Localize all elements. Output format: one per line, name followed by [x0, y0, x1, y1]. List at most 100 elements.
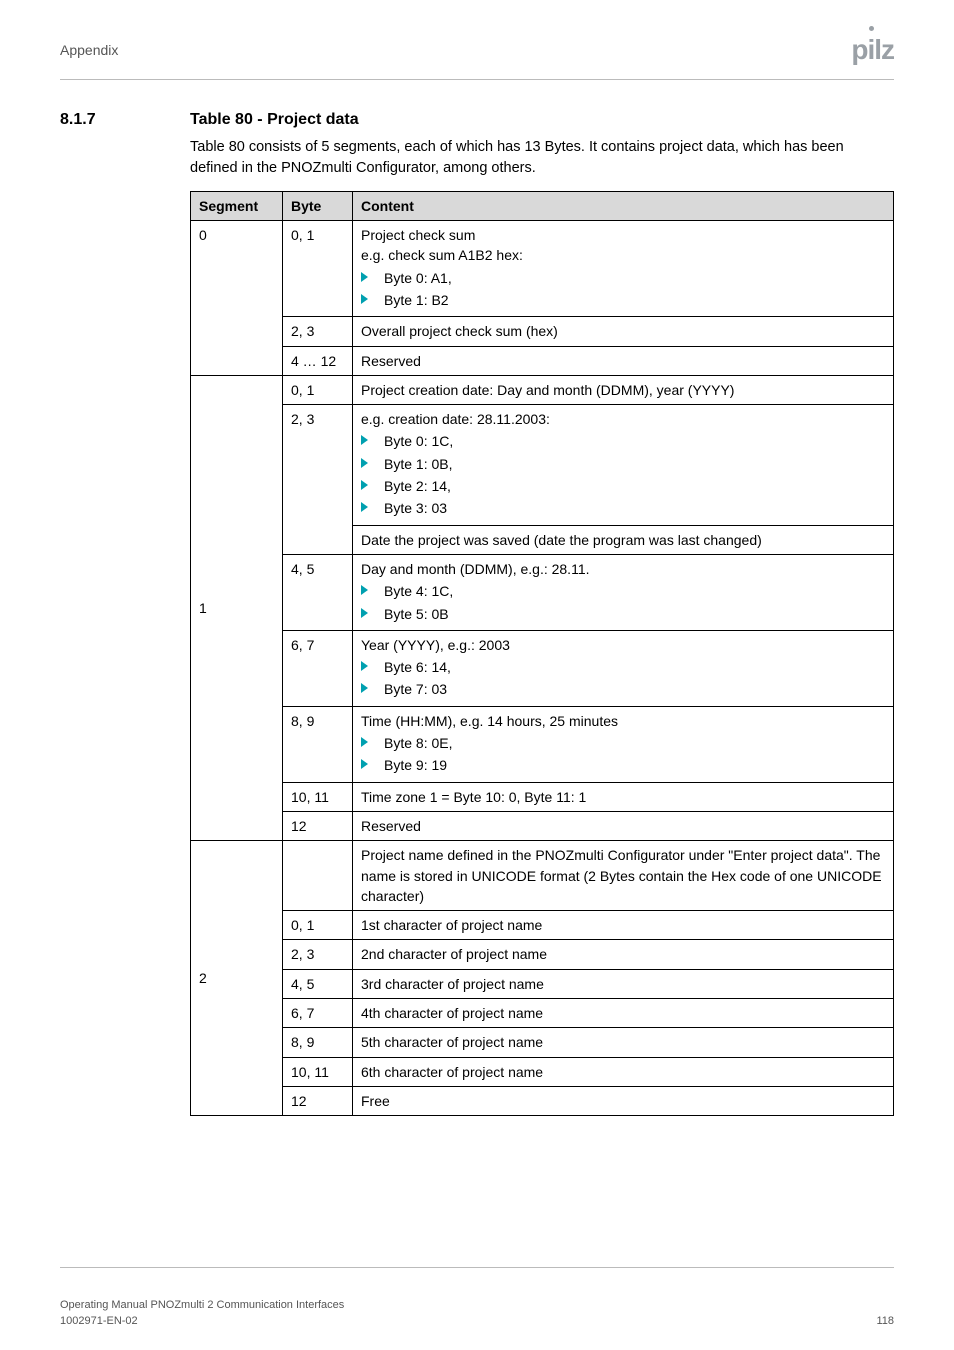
bullet-text: Byte 0: A1, — [384, 268, 452, 288]
byte-cell: 2, 3 — [283, 317, 353, 346]
bullet-text: Byte 1: 0B, — [384, 454, 452, 474]
content-cell: Year (YYYY), e.g.: 2003 Byte 6: 14, Byte… — [353, 630, 894, 706]
content-line: e.g. creation date: 28.11.2003: — [361, 409, 885, 429]
brand-logo: pilz — [851, 30, 894, 71]
byte-cell — [283, 841, 353, 911]
content-cell: 3rd character of project name — [353, 969, 894, 998]
content-cell: e.g. creation date: 28.11.2003: Byte 0: … — [353, 405, 894, 525]
divider — [60, 79, 894, 80]
arrow-icon — [361, 502, 368, 512]
bullet-item: Byte 8: 0E, — [361, 733, 885, 753]
table-row: 2, 3 Overall project check sum (hex) — [191, 317, 894, 346]
table-row: 6, 7 4th character of project name — [191, 999, 894, 1028]
bullet-text: Byte 3: 03 — [384, 498, 447, 518]
arrow-icon — [361, 759, 368, 769]
section-intro: Table 80 consists of 5 segments, each of… — [190, 137, 894, 179]
content-cell: 1st character of project name — [353, 911, 894, 940]
segment-cell: 2 — [191, 841, 283, 1116]
arrow-icon — [361, 608, 368, 618]
byte-cell: 2, 3 — [283, 940, 353, 969]
table-row: 8, 9 Time (HH:MM), e.g. 14 hours, 25 min… — [191, 706, 894, 782]
arrow-icon — [361, 661, 368, 671]
content-cell: Overall project check sum (hex) — [353, 317, 894, 346]
byte-cell: 0, 1 — [283, 221, 353, 317]
content-cell: Day and month (DDMM), e.g.: 28.11. Byte … — [353, 554, 894, 630]
bullet-item: Byte 2: 14, — [361, 476, 885, 496]
bullet-text: Byte 1: B2 — [384, 290, 449, 310]
header-section: Appendix — [60, 40, 118, 60]
byte-cell: 10, 11 — [283, 782, 353, 811]
section-title: Table 80 - Project data — [190, 108, 359, 131]
byte-cell: 12 — [283, 1086, 353, 1115]
table-row: 6, 7 Year (YYYY), e.g.: 2003 Byte 6: 14,… — [191, 630, 894, 706]
content-cell: 5th character of project name — [353, 1028, 894, 1057]
bullet-text: Byte 5: 0B — [384, 604, 449, 624]
th-byte: Byte — [283, 191, 353, 220]
table-row: 10, 11 Time zone 1 = Byte 10: 0, Byte 11… — [191, 782, 894, 811]
bullet-item: Byte 5: 0B — [361, 604, 885, 624]
byte-cell: 0, 1 — [283, 375, 353, 404]
table-row: 2, 3 e.g. creation date: 28.11.2003: Byt… — [191, 405, 894, 525]
arrow-icon — [361, 737, 368, 747]
content-line: e.g. check sum A1B2 hex: — [361, 245, 885, 265]
th-content: Content — [353, 191, 894, 220]
content-cell: Free — [353, 1086, 894, 1115]
byte-cell: 4 … 12 — [283, 346, 353, 375]
byte-cell: 6, 7 — [283, 630, 353, 706]
footer-page-number: 118 — [876, 1314, 894, 1330]
table-row: 4, 5 3rd character of project name — [191, 969, 894, 998]
arrow-icon — [361, 435, 368, 445]
bullet-text: Byte 6: 14, — [384, 657, 451, 677]
section-number: 8.1.7 — [60, 108, 150, 131]
bullet-item: Byte 3: 03 — [361, 498, 885, 518]
segment-cell: 0 — [191, 221, 283, 376]
byte-cell: 10, 11 — [283, 1057, 353, 1086]
content-cell: Reserved — [353, 811, 894, 840]
page-footer: Operating Manual PNOZmulti 2 Communicati… — [60, 1267, 894, 1330]
byte-cell: 4, 5 — [283, 969, 353, 998]
content-cell: Date the project was saved (date the pro… — [353, 525, 894, 554]
bullet-item: Byte 9: 19 — [361, 755, 885, 775]
byte-cell: 2, 3 — [283, 405, 353, 555]
byte-cell: 8, 9 — [283, 706, 353, 782]
bullet-text: Byte 8: 0E, — [384, 733, 452, 753]
footer-doc-title: Operating Manual PNOZmulti 2 Communicati… — [60, 1298, 344, 1314]
table-row: 1 0, 1 Project creation date: Day and mo… — [191, 375, 894, 404]
page-header: Appendix pilz — [60, 30, 894, 79]
content-cell: Time zone 1 = Byte 10: 0, Byte 11: 1 — [353, 782, 894, 811]
table-row: 12 Free — [191, 1086, 894, 1115]
content-cell: Time (HH:MM), e.g. 14 hours, 25 minutes … — [353, 706, 894, 782]
table-row: 0, 1 1st character of project name — [191, 911, 894, 940]
table-row: 4 … 12 Reserved — [191, 346, 894, 375]
byte-cell: 6, 7 — [283, 999, 353, 1028]
footer-left: Operating Manual PNOZmulti 2 Communicati… — [60, 1298, 344, 1330]
section-heading: 8.1.7 Table 80 - Project data — [60, 108, 894, 131]
byte-cell: 12 — [283, 811, 353, 840]
bullet-text: Byte 7: 03 — [384, 679, 447, 699]
footer-doc-id: 1002971-EN-02 — [60, 1314, 344, 1330]
table-row: 2, 3 2nd character of project name — [191, 940, 894, 969]
arrow-icon — [361, 683, 368, 693]
arrow-icon — [361, 585, 368, 595]
bullet-text: Byte 4: 1C, — [384, 581, 453, 601]
table-row: 4, 5 Day and month (DDMM), e.g.: 28.11. … — [191, 554, 894, 630]
arrow-icon — [361, 480, 368, 490]
content-line: Year (YYYY), e.g.: 2003 — [361, 635, 885, 655]
content-cell: 2nd character of project name — [353, 940, 894, 969]
content-cell: 6th character of project name — [353, 1057, 894, 1086]
table-row: 8, 9 5th character of project name — [191, 1028, 894, 1057]
bullet-item: Byte 0: 1C, — [361, 431, 885, 451]
page: Appendix pilz 8.1.7 Table 80 - Project d… — [0, 0, 954, 1350]
arrow-icon — [361, 272, 368, 282]
arrow-icon — [361, 294, 368, 304]
table-row: 12 Reserved — [191, 811, 894, 840]
content-cell: Project creation date: Day and month (DD… — [353, 375, 894, 404]
bullet-text: Byte 2: 14, — [384, 476, 451, 496]
byte-cell: 4, 5 — [283, 554, 353, 630]
content-cell: 4th character of project name — [353, 999, 894, 1028]
content-cell: Reserved — [353, 346, 894, 375]
content-line: Day and month (DDMM), e.g.: 28.11. — [361, 559, 885, 579]
table-row: 10, 11 6th character of project name — [191, 1057, 894, 1086]
content-cell: Project check sum e.g. check sum A1B2 he… — [353, 221, 894, 317]
table-header-row: Segment Byte Content — [191, 191, 894, 220]
